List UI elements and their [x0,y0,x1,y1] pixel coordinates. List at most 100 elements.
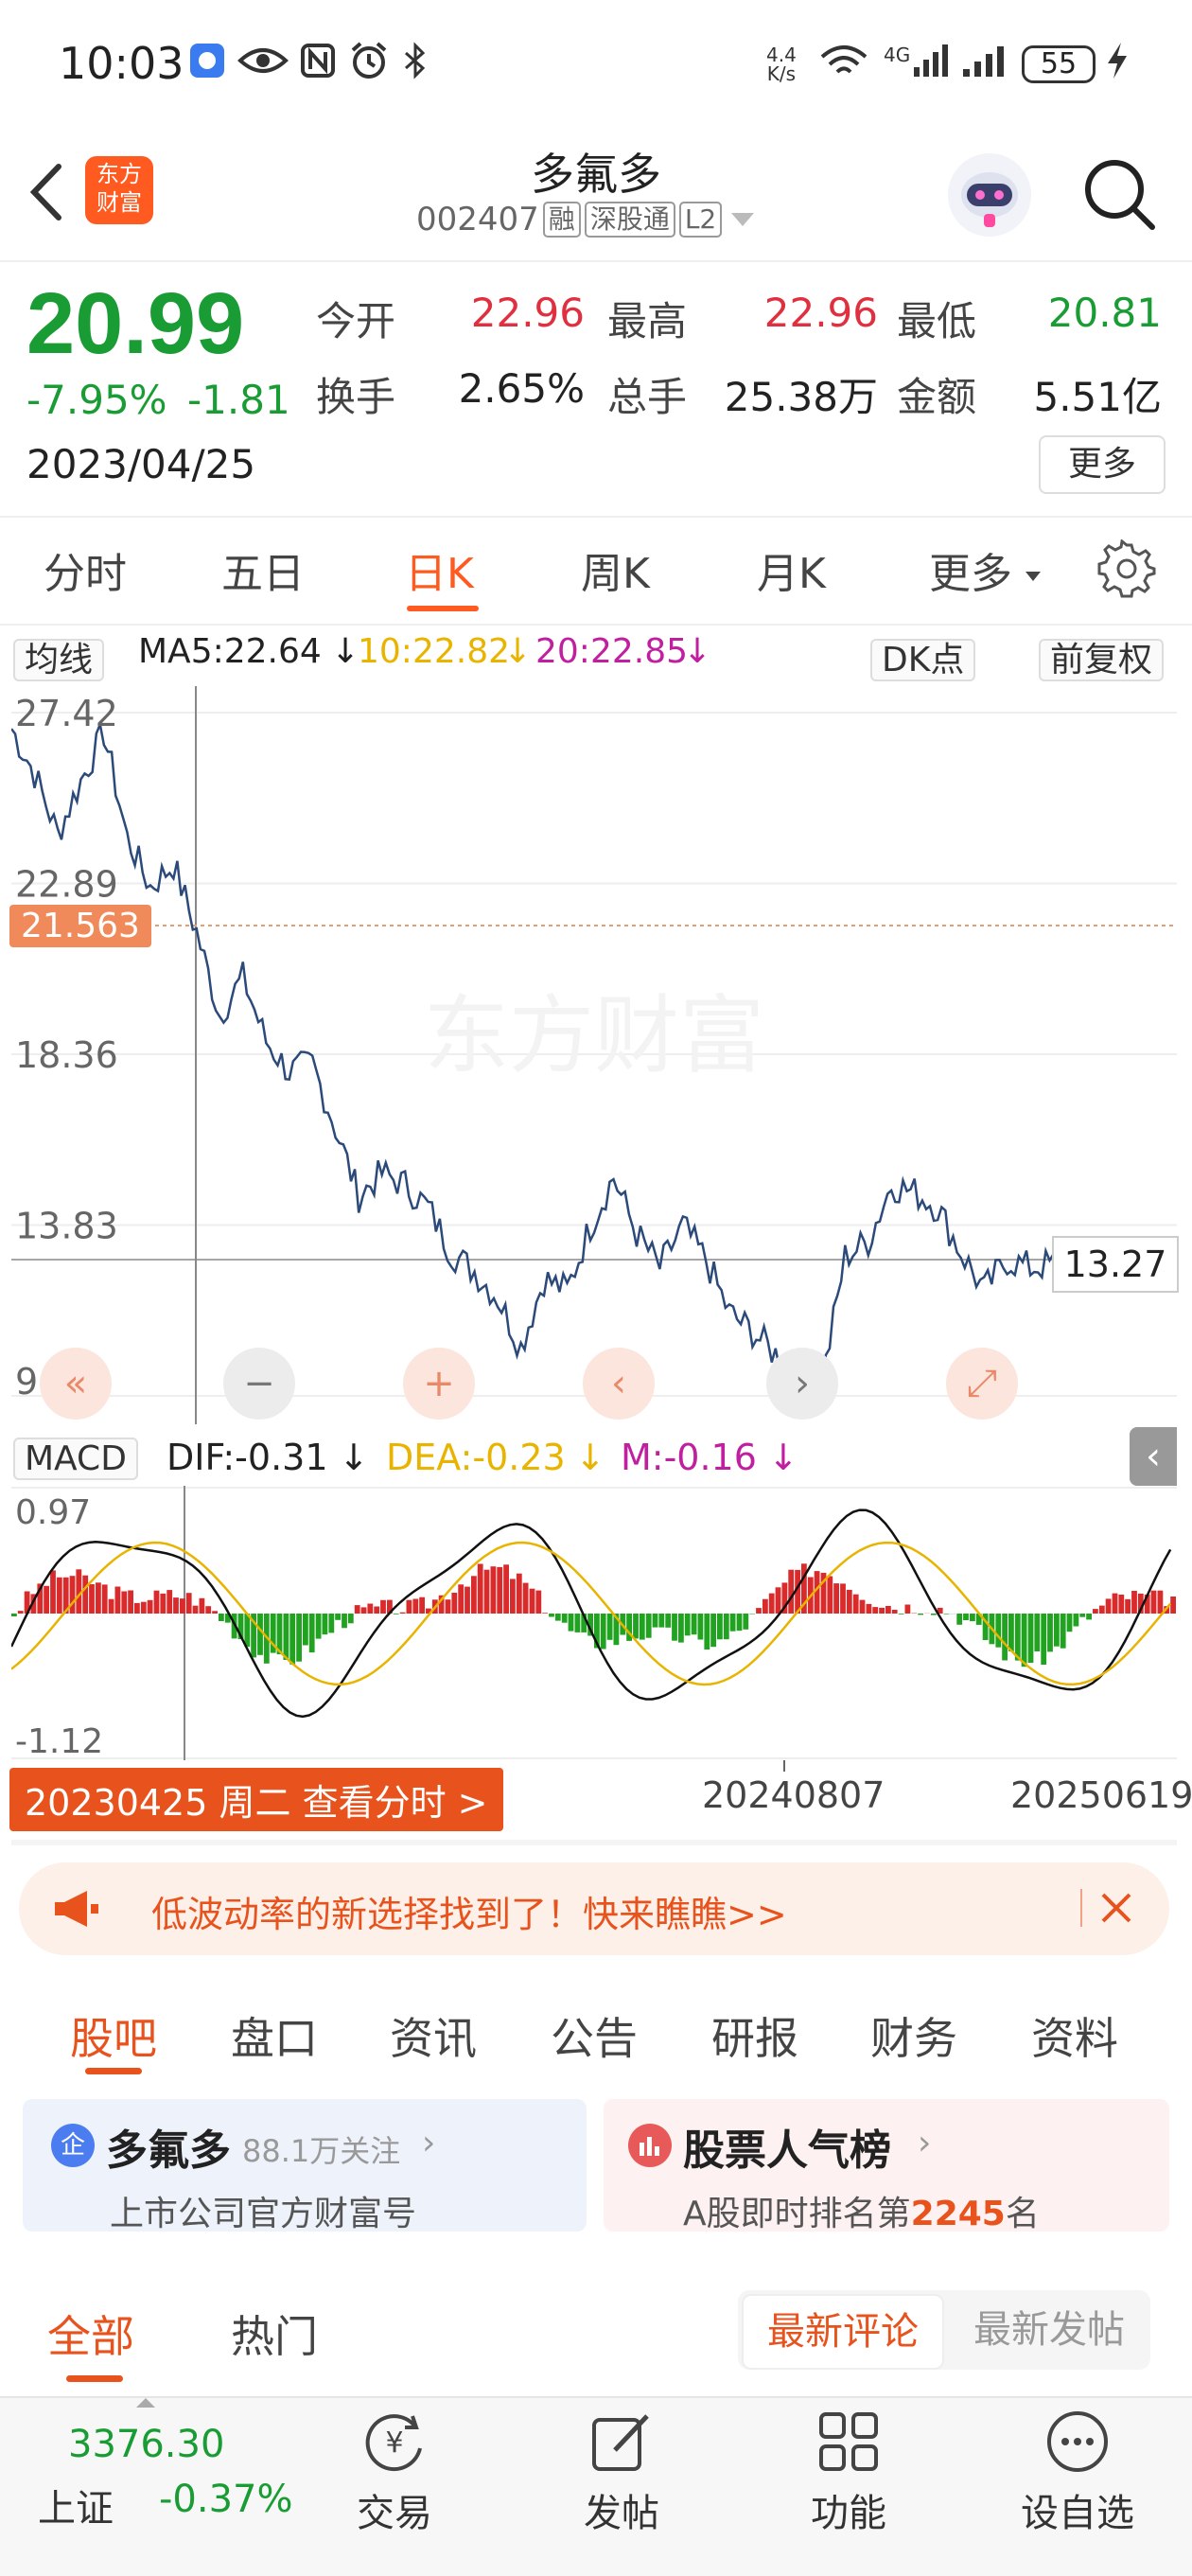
tab-daily-k[interactable]: 日K [405,539,474,600]
macd-bar [1131,1591,1137,1614]
dif-down-arrow-icon: ↓ [339,1437,369,1478]
tab-intraday[interactable]: 分时 [44,539,127,600]
dk-point-button[interactable]: DK点 [870,632,975,681]
grid-icon[interactable] [768,2404,929,2479]
tab-profile[interactable]: 资料 [1031,2004,1118,2067]
macd-bar [704,1614,710,1650]
macd-bar [296,1614,302,1662]
alarm-icon [348,42,390,79]
expand-icon[interactable]: ⤢ [946,1348,1018,1420]
stock-code: 002407 [416,201,539,238]
macd-bar [407,1600,412,1614]
nav-functions[interactable]: 功能 [768,2482,929,2537]
index-change[interactable]: -0.37% [159,2478,293,2521]
tab-weekly-k[interactable]: 周K [581,539,650,600]
tab-monthly-k[interactable]: 月K [757,539,826,600]
macd-bar [549,1614,554,1617]
net-speed: 4.4 K/s [766,45,797,83]
macd-bar [115,1587,121,1614]
tab-hot[interactable]: 热门 [231,2303,318,2365]
macd-bar [847,1590,852,1614]
adjust-button[interactable]: 前复权 [1039,632,1164,681]
macd-bar [905,1605,911,1614]
tab-announcements[interactable]: 公告 [551,2004,638,2067]
zoom-in-button[interactable]: + [403,1348,475,1420]
chevron-right-icon: › [422,2124,435,2162]
low-value: 20.81 [1008,290,1162,336]
tab-more[interactable]: 更多 [929,539,1041,600]
macd-bar [653,1614,658,1628]
tab-forum[interactable]: 股吧 [70,2004,157,2067]
nav-watchlist[interactable]: 设自选 [997,2482,1158,2537]
macd-bar [523,1583,529,1614]
tab-all[interactable]: 全部 [47,2303,134,2365]
macd-bar [497,1567,502,1614]
macd-bar [361,1607,367,1614]
trade-icon[interactable]: ¥ [314,2404,475,2479]
more-dots-icon[interactable] [997,2404,1158,2479]
nav-trade[interactable]: 交易 [314,2482,475,2537]
stock-code-row: 002407 融 深股通 L2 [416,201,754,238]
macd-bar [219,1614,224,1621]
macd-bar [160,1594,166,1614]
tab-finance[interactable]: 财务 [870,2004,957,2067]
scroll-left-fast-button[interactable]: « [40,1348,112,1420]
gear-icon[interactable] [1097,539,1156,598]
caret-down-icon [1025,572,1041,581]
macd-selector[interactable]: MACD [13,1437,138,1478]
promo-text[interactable]: 低波动率的新选择找到了！快来瞧瞧>> [151,1885,787,1937]
sort-latest-post[interactable]: 最新发帖 [950,2294,1148,2366]
macd-bar [141,1602,147,1614]
index-name[interactable]: 上证 [38,2478,114,2532]
volume-value: 25.38万 [710,365,878,423]
collapse-panel-button[interactable]: ‹ [1130,1427,1177,1486]
macd-bar [186,1593,192,1614]
open-value: 22.96 [435,290,585,336]
zoom-out-button[interactable]: − [223,1348,295,1420]
nav-post[interactable]: 发帖 [541,2482,702,2537]
macd-bar [471,1576,477,1614]
macd-bar [335,1614,341,1620]
divider [11,1840,1177,1845]
tab-news[interactable]: 资讯 [390,2004,477,2067]
price-line-chart[interactable]: 东方财富 27.4222.8918.3613.839.30 [11,686,1177,1424]
macd-bar [763,1599,768,1614]
scroll-right-button[interactable]: › [766,1348,838,1420]
close-icon[interactable] [1097,1889,1135,1927]
macd-bar [1170,1597,1176,1614]
index-value[interactable]: 3376.30 [68,2423,224,2466]
ma-selector[interactable]: 均线 [13,632,104,681]
macd-bar [1002,1614,1008,1661]
macd-bar [18,1611,24,1614]
turnover-label: 换手 [316,365,395,423]
scroll-left-button[interactable]: ‹ [583,1348,655,1420]
macd-bar [788,1570,794,1614]
tab-research[interactable]: 研报 [711,2004,798,2067]
macd-bar [180,1598,185,1614]
more-button[interactable]: 更多 [1039,435,1166,494]
macd-bar [154,1591,160,1614]
tab-five-day[interactable]: 五日 [221,539,305,600]
macd-bar [1118,1595,1124,1614]
macd-bar [995,1614,1001,1648]
search-icon[interactable] [1078,153,1158,233]
macd-bar [517,1574,522,1614]
sort-latest-comment[interactable]: 最新评论 [742,2294,944,2370]
macd-bar [491,1566,497,1614]
x-axis-mid-date: 20240807 [702,1774,885,1816]
battery-icon: 55 [1022,45,1096,83]
open-label: 今开 [316,290,395,347]
macd-bar [446,1599,451,1614]
chevron-down-icon[interactable] [731,213,754,226]
high-label: 最高 [607,290,687,347]
compose-icon[interactable] [541,2404,702,2479]
tab-orderbook[interactable]: 盘口 [231,2004,318,2067]
robot-avatar-icon[interactable] [946,151,1033,238]
company-badge-icon: 企 [51,2124,95,2167]
macd-bar [769,1594,775,1614]
macd-bar [867,1604,872,1614]
y-axis-label: 13.83 [15,1206,118,1247]
macd-bar [730,1614,736,1632]
y-axis-label: 22.89 [15,864,118,906]
view-intraday-tag[interactable]: 20230425 周二 查看分时 > [9,1768,503,1831]
